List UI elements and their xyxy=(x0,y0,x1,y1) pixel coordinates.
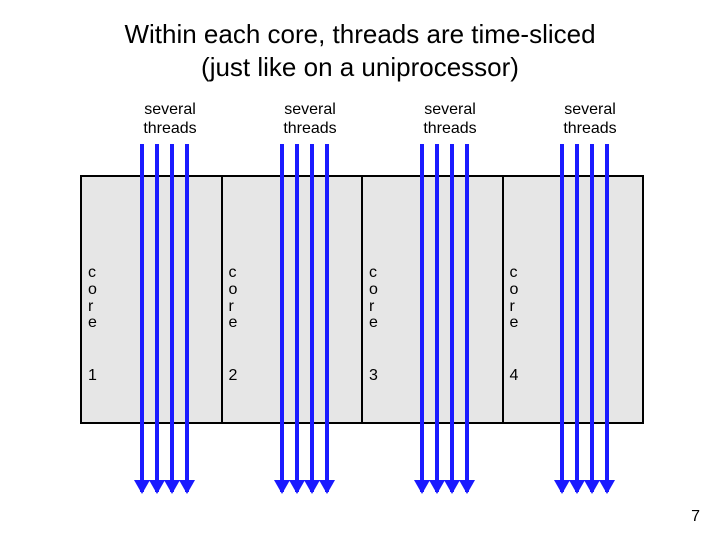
core-letter-r: r xyxy=(510,298,515,315)
core-letter-r: r xyxy=(88,298,93,315)
thread-arrow-icon xyxy=(420,144,424,492)
core-letter-o: o xyxy=(88,281,97,298)
thread-arrow-icon xyxy=(435,144,439,492)
core-number-1: 1 xyxy=(88,367,97,385)
core-letter-c: c xyxy=(369,264,377,281)
core-number-3: 3 xyxy=(369,367,378,385)
core-letter-o: o xyxy=(510,281,519,298)
thread-arrow-icon xyxy=(605,144,609,492)
core-letter-o: o xyxy=(369,281,378,298)
core-label: c o r e xyxy=(88,265,97,332)
thread-arrow-icon xyxy=(140,144,144,492)
page-number: 7 xyxy=(691,508,700,526)
thread-arrow-icon xyxy=(295,144,299,492)
label-threads: threads xyxy=(423,120,476,137)
thread-arrow-icon xyxy=(155,144,159,492)
thread-arrow-icon xyxy=(450,144,454,492)
thread-arrow-icon xyxy=(575,144,579,492)
core-letter-e: e xyxy=(88,314,97,331)
slide: Within each core, threads are time-slice… xyxy=(0,0,720,540)
thread-arrow-icon xyxy=(465,144,469,492)
thread-arrow-icon xyxy=(325,144,329,492)
core-label: c o r e xyxy=(510,265,519,332)
core-label: c o r e xyxy=(229,265,238,332)
core-letter-e: e xyxy=(369,314,378,331)
core-letter-c: c xyxy=(229,264,237,281)
label-several: several xyxy=(144,101,196,118)
label-threads: threads xyxy=(283,120,336,137)
core-cell-2: c o r e 2 xyxy=(223,177,364,422)
thread-arrow-icon xyxy=(590,144,594,492)
core-number-2: 2 xyxy=(229,367,238,385)
label-threads: threads xyxy=(143,120,196,137)
title-line-1: Within each core, threads are time-slice… xyxy=(124,19,595,49)
slide-title: Within each core, threads are time-slice… xyxy=(0,18,720,83)
threads-label-3: several threads xyxy=(390,100,510,138)
thread-arrow-icon xyxy=(170,144,174,492)
label-several: several xyxy=(424,101,476,118)
thread-arrow-icon xyxy=(185,144,189,492)
label-threads: threads xyxy=(563,120,616,137)
core-letter-c: c xyxy=(88,264,96,281)
core-letter-o: o xyxy=(229,281,238,298)
label-several: several xyxy=(284,101,336,118)
core-letter-c: c xyxy=(510,264,518,281)
core-number-4: 4 xyxy=(510,367,519,385)
core-letter-e: e xyxy=(510,314,519,331)
thread-arrow-icon xyxy=(310,144,314,492)
core-cell-4: c o r e 4 xyxy=(504,177,643,422)
thread-arrow-icon xyxy=(280,144,284,492)
core-letter-r: r xyxy=(229,298,234,315)
core-label: c o r e xyxy=(369,265,378,332)
core-letter-e: e xyxy=(229,314,238,331)
label-several: several xyxy=(564,101,616,118)
threads-label-4: several threads xyxy=(530,100,650,138)
core-cell-1: c o r e 1 xyxy=(82,177,223,422)
title-line-2: (just like on a uniprocessor) xyxy=(201,52,519,82)
core-cell-3: c o r e 3 xyxy=(363,177,504,422)
thread-arrow-icon xyxy=(560,144,564,492)
core-letter-r: r xyxy=(369,298,374,315)
threads-label-1: several threads xyxy=(110,100,230,138)
threads-label-2: several threads xyxy=(250,100,370,138)
